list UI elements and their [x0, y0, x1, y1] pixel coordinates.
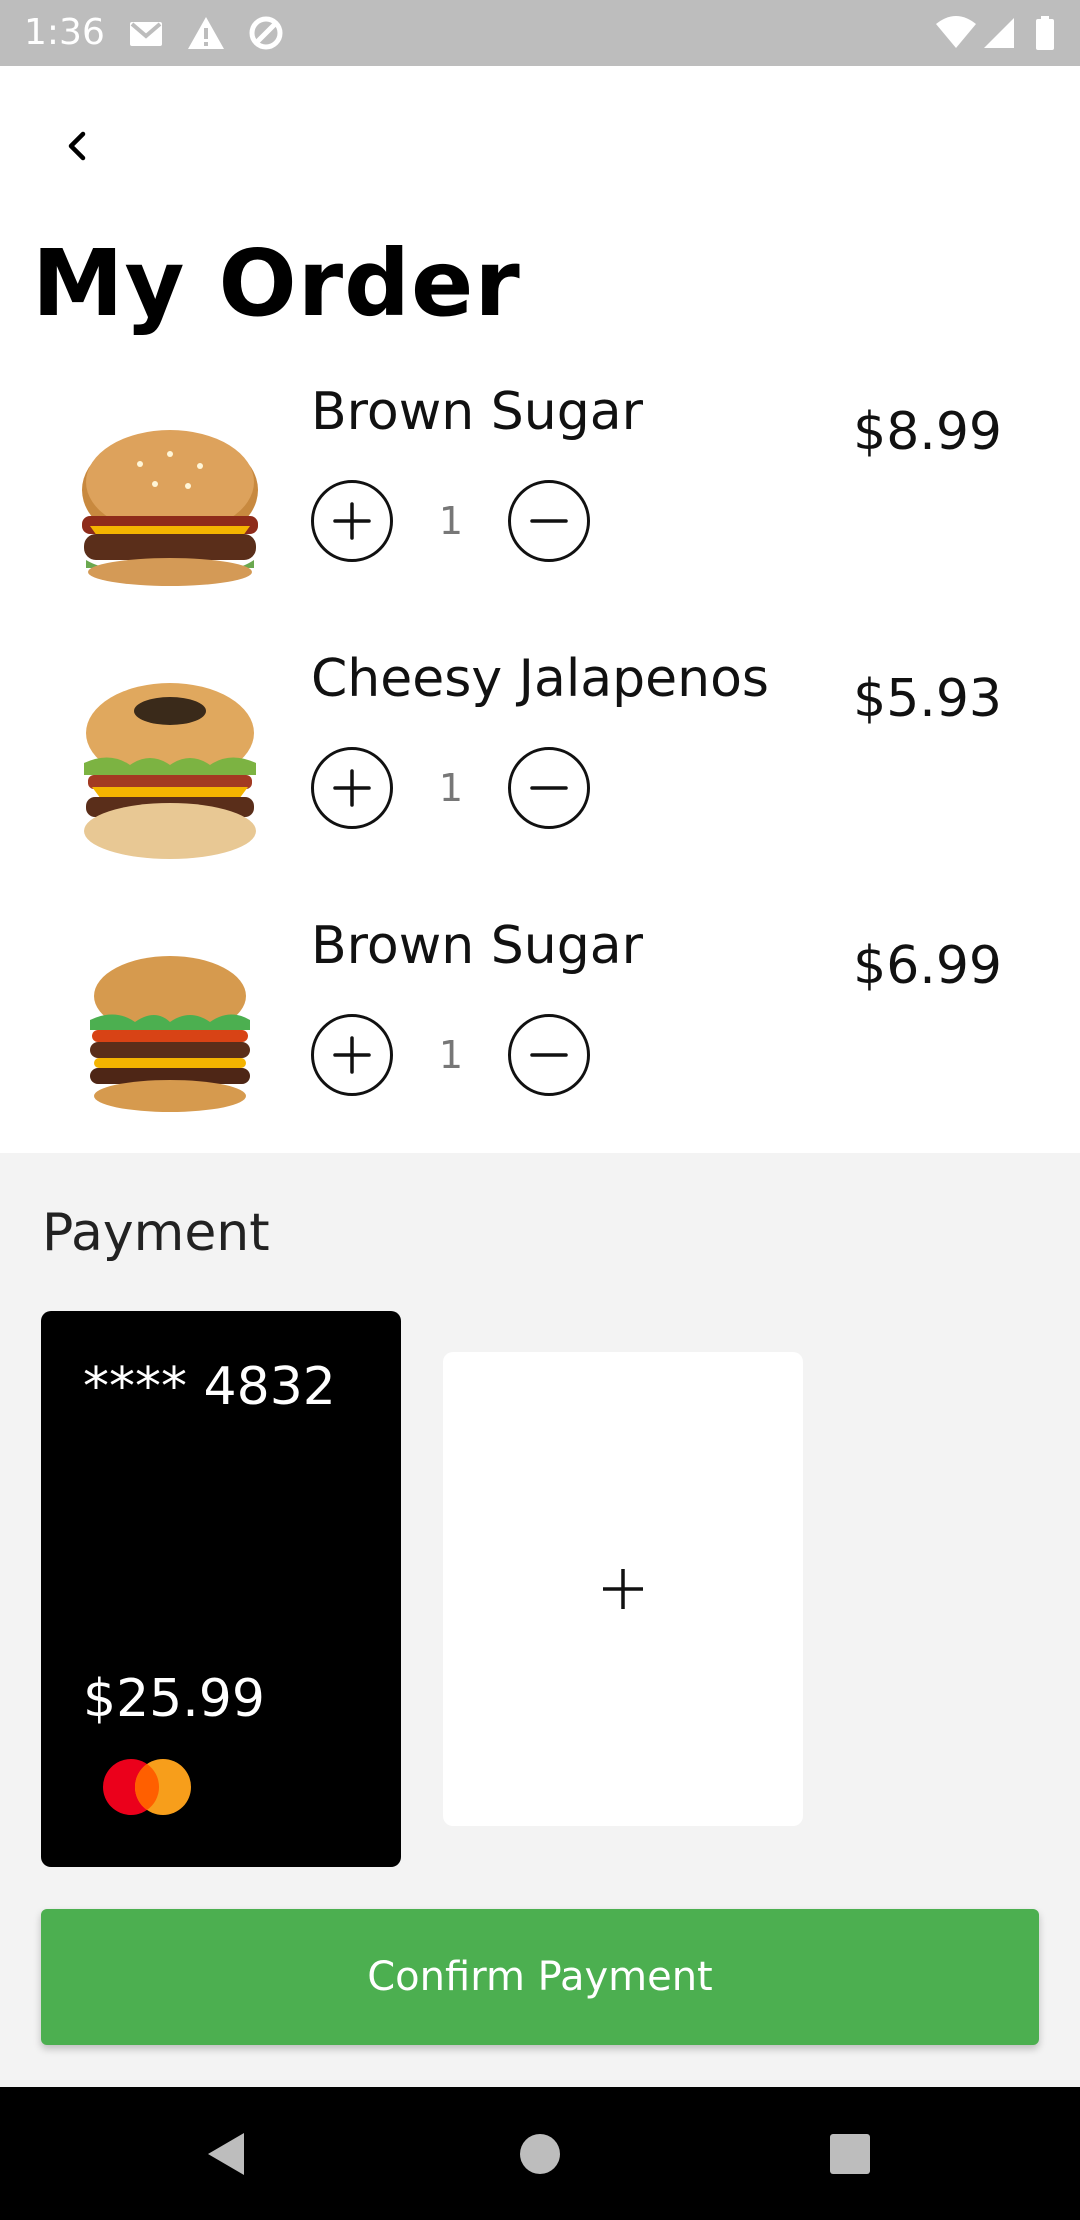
item-name: Brown Sugar [311, 382, 643, 442]
nav-back-button[interactable] [192, 2119, 262, 2189]
decrement-button[interactable] [508, 480, 590, 562]
minus-icon [526, 1032, 572, 1078]
nav-recents-button[interactable] [815, 2119, 885, 2189]
mastercard-icon [97, 1755, 197, 1819]
page-title: My Order [32, 230, 521, 337]
order-item: Cheesy Jalapenos 1 $5.93 [0, 637, 1080, 903]
chevron-left-icon [58, 126, 98, 166]
confirm-payment-button[interactable]: Confirm Payment [41, 1909, 1039, 2045]
circle-home-icon [505, 2119, 575, 2189]
increment-button[interactable] [311, 747, 393, 829]
plus-icon [329, 1032, 375, 1078]
payment-section: Payment **** 4832 $25.99 Confirm Payment [0, 1153, 1080, 2087]
quantity-value: 1 [438, 1033, 464, 1077]
order-item: Brown Sugar 1 $8.99 [0, 370, 1080, 636]
data-saver-icon [246, 14, 286, 52]
status-time: 1:36 [24, 12, 105, 53]
gmail-icon [126, 14, 166, 52]
item-name: Cheesy Jalapenos [311, 649, 770, 709]
decrement-button[interactable] [508, 1014, 590, 1096]
battery-icon [1032, 14, 1058, 52]
wifi-icon [934, 14, 978, 52]
plus-icon [329, 765, 375, 811]
quantity-value: 1 [438, 499, 464, 543]
item-name: Brown Sugar [311, 916, 643, 976]
warning-icon [186, 14, 226, 52]
order-screen: 1:36 My Order Brown Sugar 1 $8.99 Cheesy… [0, 0, 1080, 2220]
decrement-button[interactable] [508, 747, 590, 829]
triangle-back-icon [192, 2119, 262, 2189]
burger-image [70, 671, 270, 871]
back-button[interactable] [46, 114, 110, 178]
burger-image [70, 938, 270, 1138]
quantity-value: 1 [438, 766, 464, 810]
cell-signal-icon [980, 14, 1016, 52]
item-price: $8.99 [853, 402, 1002, 462]
card-number: **** 4832 [83, 1357, 336, 1417]
add-card-button[interactable] [443, 1352, 803, 1826]
item-price: $5.93 [853, 669, 1002, 729]
nav-home-button[interactable] [505, 2119, 575, 2189]
increment-button[interactable] [311, 1014, 393, 1096]
burger-image [70, 404, 270, 604]
minus-icon [526, 765, 572, 811]
payment-heading: Payment [42, 1203, 270, 1263]
minus-icon [526, 498, 572, 544]
navigation-bar [0, 2087, 1080, 2220]
payment-card[interactable]: **** 4832 $25.99 [41, 1311, 401, 1867]
plus-icon [599, 1565, 647, 1613]
increment-button[interactable] [311, 480, 393, 562]
order-item: Brown Sugar 1 $6.99 [0, 904, 1080, 1170]
plus-icon [329, 498, 375, 544]
card-amount: $25.99 [83, 1669, 265, 1729]
square-recents-icon [815, 2119, 885, 2189]
item-price: $6.99 [853, 936, 1002, 996]
status-bar: 1:36 [0, 0, 1080, 66]
